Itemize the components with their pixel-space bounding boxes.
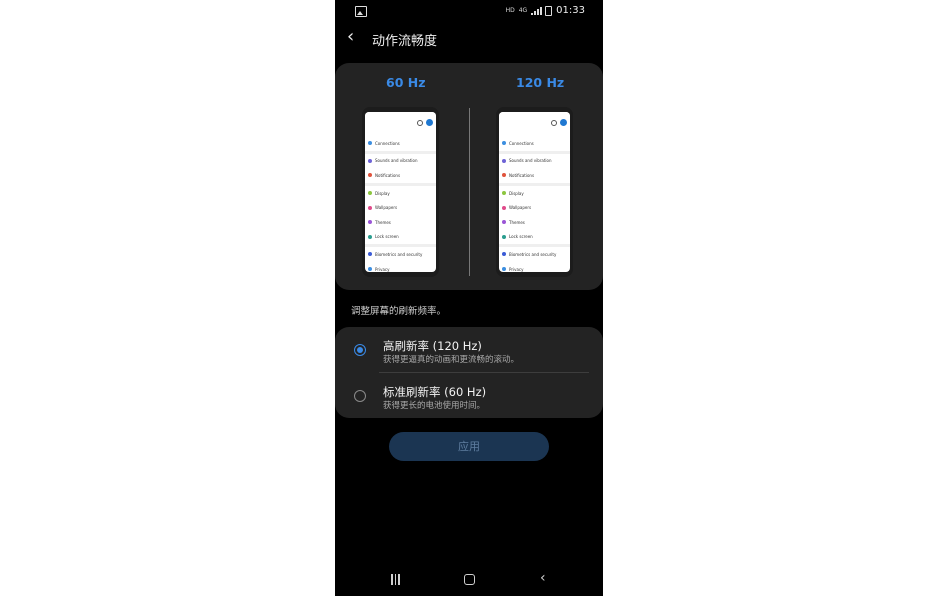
status-icons: HD 4G 01:33 — [506, 5, 585, 16]
option-subtitle: 获得更长的电池使用时间。 — [383, 401, 486, 411]
settings-item-label: Sounds and vibration — [509, 158, 552, 164]
option-high-refresh[interactable]: 高刷新率 (120 Hz) 获得更逼真的动画和更流畅的滚动。 — [335, 327, 603, 372]
settings-item-label: Privacy — [375, 266, 390, 272]
settings-item-label: Lock screen — [375, 234, 399, 240]
settings-item-icon — [368, 191, 372, 196]
radio-button[interactable] — [354, 390, 366, 402]
settings-item: Sounds and vibration — [499, 154, 570, 169]
settings-item: Notifications — [499, 168, 570, 183]
settings-item: Biometrics and security — [365, 247, 436, 262]
settings-item-label: Wallpapers — [509, 205, 532, 211]
option-standard-refresh[interactable]: 标准刷新率 (60 Hz) 获得更长的电池使用时间。 — [335, 373, 603, 418]
settings-item-label: Connections — [375, 140, 400, 146]
gallery-notification-icon — [355, 6, 367, 17]
network-indicator: 4G — [518, 7, 528, 14]
option-title: 高刷新率 (120 Hz) — [383, 339, 482, 353]
settings-item-label: Sounds and vibration — [375, 158, 418, 164]
settings-item: Wallpapers — [499, 200, 570, 215]
avatar — [426, 119, 433, 126]
apply-button[interactable]: 应用 — [389, 432, 549, 461]
settings-item-icon — [368, 220, 372, 225]
settings-item: Display — [365, 186, 436, 201]
status-bar: HD 4G 01:33 — [335, 0, 603, 24]
settings-item-icon — [502, 173, 506, 178]
settings-item-label: Themes — [509, 219, 525, 225]
settings-item-icon — [368, 252, 372, 257]
settings-item-label: Themes — [375, 219, 391, 225]
search-icon — [417, 120, 423, 126]
settings-item: Sounds and vibration — [365, 154, 436, 169]
refresh-rate-options: 高刷新率 (120 Hz) 获得更逼真的动画和更流畅的滚动。 标准刷新率 (60… — [335, 327, 603, 418]
description-text: 调整屏幕的刷新频率。 — [351, 306, 447, 317]
settings-item: Biometrics and security — [499, 247, 570, 262]
settings-item-label: Notifications — [509, 172, 535, 178]
settings-item-icon — [502, 234, 506, 239]
settings-item: Connections — [365, 136, 436, 151]
settings-item-icon — [502, 205, 506, 210]
search-icon — [551, 120, 557, 126]
settings-item-label: Biometrics and security — [375, 251, 423, 257]
settings-item: Lock screen — [365, 230, 436, 245]
settings-item-label: Connections — [509, 140, 534, 146]
settings-item-label: Display — [375, 190, 390, 196]
settings-item-label: Notifications — [375, 172, 401, 178]
preview-label-60hz: 60 Hz — [386, 75, 426, 90]
settings-item-label: Wallpapers — [375, 205, 398, 211]
preview-label-120hz: 120 Hz — [516, 75, 565, 90]
settings-item-icon — [502, 141, 506, 146]
settings-item-label: Lock screen — [509, 234, 533, 240]
settings-item: Display — [499, 186, 570, 201]
settings-item-icon — [502, 252, 506, 257]
clock: 01:33 — [556, 5, 585, 16]
settings-item-icon — [502, 158, 506, 163]
settings-item: Themes — [499, 215, 570, 230]
navigation-bar: ‹ — [335, 566, 603, 596]
avatar — [560, 119, 567, 126]
preview-phone-60hz: Connections Sounds and vibration Notificat… — [362, 107, 439, 277]
settings-item: Privacy — [365, 262, 436, 272]
battery-icon — [545, 5, 553, 16]
settings-item-icon — [368, 158, 372, 163]
settings-item: Wallpapers — [365, 200, 436, 215]
back-arrow-icon[interactable]: ‹ — [347, 28, 367, 48]
preview-divider — [469, 108, 470, 276]
settings-item-label: Biometrics and security — [509, 251, 557, 257]
refresh-rate-preview: 60 Hz 120 Hz Connections Sounds and vibra… — [335, 63, 603, 290]
settings-item: Connections — [499, 136, 570, 151]
settings-item-label: Privacy — [509, 266, 524, 272]
settings-item: Themes — [365, 215, 436, 230]
preview-screen-120hz: Connections Sounds and vibration Notificat… — [499, 112, 570, 272]
back-nav-icon[interactable]: ‹ — [540, 571, 546, 585]
settings-item: Lock screen — [499, 230, 570, 245]
settings-item-label: Display — [509, 190, 524, 196]
settings-item-icon — [368, 205, 372, 210]
settings-item-icon — [368, 173, 372, 178]
settings-item: Privacy — [499, 262, 570, 272]
recent-apps-icon[interactable] — [390, 574, 401, 585]
hd-indicator: HD — [505, 7, 515, 14]
signal-icon — [531, 6, 543, 15]
preview-screen-60hz: Connections Sounds and vibration Notificat… — [365, 112, 436, 272]
settings-item-icon — [502, 267, 506, 272]
settings-list: Connections Sounds and vibration Notificat… — [499, 136, 570, 272]
settings-item-icon — [368, 267, 372, 272]
preview-phone-120hz: Connections Sounds and vibration Notificat… — [496, 107, 573, 277]
radio-button[interactable] — [354, 344, 366, 356]
settings-item: Notifications — [365, 168, 436, 183]
page-title: 动作流畅度 — [372, 34, 438, 49]
settings-item-icon — [502, 191, 506, 196]
app-bar: ‹ 动作流畅度 — [335, 24, 603, 52]
option-subtitle: 获得更逼真的动画和更流畅的滚动。 — [383, 355, 520, 365]
settings-item-icon — [502, 220, 506, 225]
settings-list: Connections Sounds and vibration Notificat… — [365, 136, 436, 272]
home-icon[interactable] — [464, 574, 475, 585]
settings-item-icon — [368, 141, 372, 146]
option-title: 标准刷新率 (60 Hz) — [383, 385, 487, 399]
settings-item-icon — [368, 234, 372, 239]
phone-screen: HD 4G 01:33 ‹ 动作流畅度 60 Hz 120 Hz Connect… — [335, 0, 603, 596]
